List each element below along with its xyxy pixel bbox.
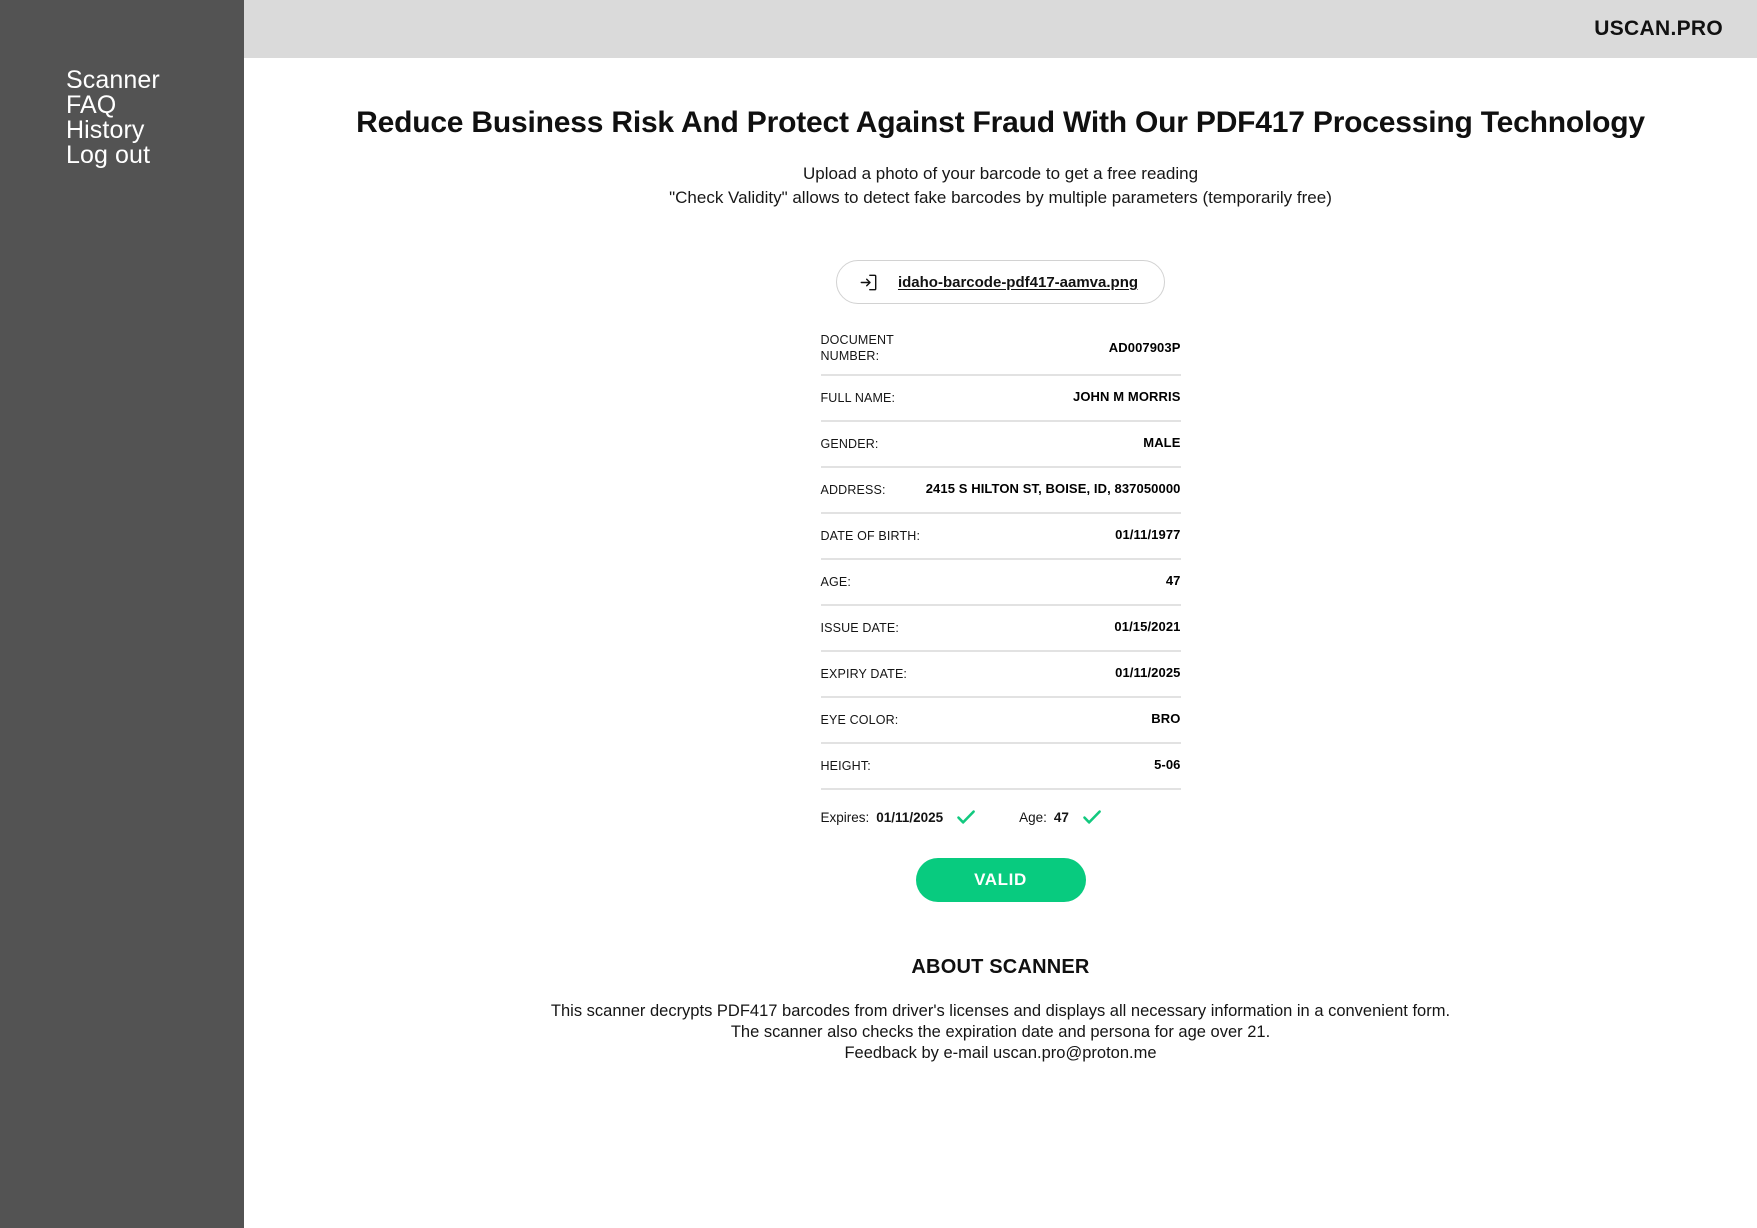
row-label-date-of-birth: DATE OF BIRTH: xyxy=(820,528,921,543)
table-row: EYE COLOR: BRO xyxy=(820,698,1181,745)
sidebar-nav-list: Scanner FAQ History Log out xyxy=(0,68,244,168)
page-title: Reduce Business Risk And Protect Against… xyxy=(356,106,1645,139)
check-age-label: Age: xyxy=(1019,809,1047,825)
table-row: ISSUE DATE: 01/15/2021 xyxy=(820,606,1181,653)
status-badge-valid[interactable]: VALID xyxy=(915,858,1086,903)
scan-result-table: DOCUMENT NUMBER: AD007903P FULL NAME: JO… xyxy=(820,330,1181,791)
row-label-age: AGE: xyxy=(820,574,851,589)
sidebar-item-scanner[interactable]: Scanner xyxy=(0,68,244,93)
check-age-value: 47 xyxy=(1053,809,1069,825)
import-arrow-icon xyxy=(859,273,878,292)
upload-area: idaho-barcode-pdf417-aamva.png xyxy=(244,260,1757,305)
top-header-bar: USCAN.PRO xyxy=(244,0,1757,58)
validity-status-area: VALID xyxy=(244,858,1757,903)
row-value-age: 47 xyxy=(1165,573,1181,589)
app-root: Scanner FAQ History Log out USCAN.PRO Re… xyxy=(0,0,1757,1228)
row-value-issue-date: 01/15/2021 xyxy=(1114,619,1181,635)
row-label-full-name: FULL NAME: xyxy=(820,390,896,405)
subtitle-line-1: Upload a photo of your barcode to get a … xyxy=(802,164,1199,183)
page-subtitle: Upload a photo of your barcode to get a … xyxy=(244,162,1757,210)
row-label-issue-date: ISSUE DATE: xyxy=(820,620,900,635)
sidebar-item-logout[interactable]: Log out xyxy=(0,143,244,168)
about-section-body: This scanner decrypts PDF417 barcodes fr… xyxy=(244,1001,1757,1063)
row-value-address: 2415 S HILTON ST, BOISE, ID, 837050000 xyxy=(925,481,1181,497)
row-value-document-number: AD007903P xyxy=(1108,339,1181,355)
brand-logo[interactable]: USCAN.PRO xyxy=(1594,17,1723,41)
main-content: Reduce Business Risk And Protect Against… xyxy=(244,58,1757,1228)
table-row: EXPIRY DATE: 01/11/2025 xyxy=(820,652,1181,699)
row-value-date-of-birth: 01/11/1977 xyxy=(1115,527,1181,543)
table-row: AGE: 47 xyxy=(820,560,1181,607)
row-value-expiry-date: 01/11/2025 xyxy=(1115,665,1181,681)
check-expires-value: 01/11/2025 xyxy=(876,809,944,825)
check-expires-label: Expires: xyxy=(820,809,870,825)
about-section-title: ABOUT SCANNER xyxy=(911,956,1090,979)
check-expires: Expires: 01/11/2025 xyxy=(821,806,978,828)
row-value-full-name: JOHN M MORRIS xyxy=(1073,389,1181,405)
uploaded-file-chip[interactable]: idaho-barcode-pdf417-aamva.png xyxy=(835,260,1166,305)
table-row: HEIGHT: 5-06 xyxy=(820,744,1181,791)
row-label-expiry-date: EXPIRY DATE: xyxy=(820,666,908,681)
sidebar: Scanner FAQ History Log out xyxy=(0,0,244,1228)
table-row: ADDRESS: 2415 S HILTON ST, BOISE, ID, 83… xyxy=(820,468,1181,515)
uploaded-file-name[interactable]: idaho-barcode-pdf417-aamva.png xyxy=(898,274,1138,291)
row-label-document-number: DOCUMENT NUMBER: xyxy=(820,333,894,364)
sidebar-item-faq[interactable]: FAQ xyxy=(0,93,244,118)
row-value-gender: MALE xyxy=(1143,435,1181,451)
row-label-eye-color: EYE COLOR: xyxy=(820,712,899,727)
validity-check-summary: Expires: 01/11/2025 Age: 47 xyxy=(821,806,1181,828)
sidebar-item-history[interactable]: History xyxy=(0,118,244,143)
check-icon xyxy=(955,806,977,828)
table-row: FULL NAME: JOHN M MORRIS xyxy=(820,376,1181,423)
about-line-1: This scanner decrypts PDF417 barcodes fr… xyxy=(550,1002,1451,1021)
table-row: DOCUMENT NUMBER: AD007903P xyxy=(820,330,1181,377)
about-line-3: Feedback by e-mail uscan.pro@proton.me xyxy=(844,1043,1157,1062)
about-line-2: The scanner also checks the expiration d… xyxy=(730,1022,1271,1041)
subtitle-line-2: "Check Validity" allows to detect fake b… xyxy=(669,188,1332,208)
row-value-eye-color: BRO xyxy=(1151,711,1181,727)
table-row: DATE OF BIRTH: 01/11/1977 xyxy=(820,514,1181,561)
row-label-height: HEIGHT: xyxy=(820,758,871,773)
table-row: GENDER: MALE xyxy=(820,422,1181,469)
row-label-gender: GENDER: xyxy=(820,436,879,451)
row-value-height: 5-06 xyxy=(1154,757,1181,773)
check-icon xyxy=(1081,806,1103,828)
row-label-address: ADDRESS: xyxy=(820,482,886,497)
check-age: Age: 47 xyxy=(1019,806,1103,828)
